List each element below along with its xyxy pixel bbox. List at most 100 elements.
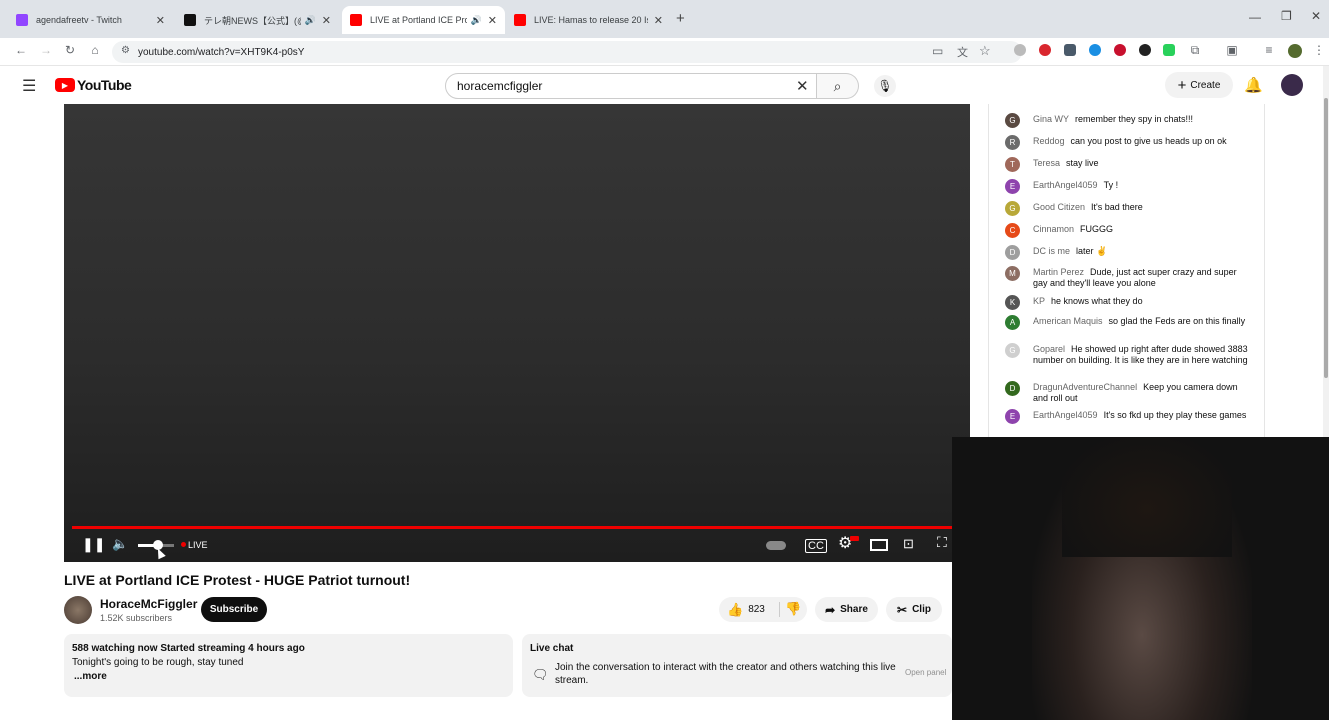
theater-mode-icon[interactable] bbox=[870, 539, 888, 551]
browser-tab-strip: agendafreetv - Twitch ✕ テレ朝NEWS【公式】(@tv_… bbox=[0, 0, 1329, 38]
site-info-icon[interactable]: ⚙ bbox=[121, 45, 130, 56]
home-icon[interactable]: ⌂ bbox=[86, 43, 104, 57]
shield-icon[interactable] bbox=[1139, 44, 1151, 56]
chat-author-avatar[interactable]: C bbox=[1005, 223, 1020, 238]
live-indicator[interactable]: LIVE bbox=[188, 540, 208, 550]
extension-icon[interactable] bbox=[1089, 44, 1101, 56]
clip-button[interactable]: ✂ Clip bbox=[886, 597, 942, 622]
youtube-logo[interactable]: ▶ YouTube bbox=[55, 77, 132, 93]
close-window-icon[interactable]: ✕ bbox=[1311, 9, 1321, 23]
chat-author-avatar[interactable]: E bbox=[1005, 179, 1020, 194]
hamburger-menu-icon[interactable]: ☰ bbox=[22, 76, 36, 96]
puzzle-extensions-icon[interactable]: ⧉ bbox=[1186, 43, 1204, 58]
like-count[interactable]: 823 bbox=[748, 604, 765, 615]
thumbs-down-icon[interactable]: 👎 bbox=[785, 601, 801, 617]
chat-author-avatar[interactable]: D bbox=[1005, 245, 1020, 260]
extension-icon[interactable] bbox=[1114, 44, 1126, 56]
chat-author-avatar[interactable]: G bbox=[1005, 113, 1020, 128]
chat-author-avatar[interactable]: M bbox=[1005, 266, 1020, 281]
media-control-icon[interactable]: ≡ bbox=[1260, 43, 1278, 57]
side-panel-icon[interactable]: ▣ bbox=[1223, 43, 1241, 57]
tab-hamas-live[interactable]: LIVE: Hamas to release 20 Israe ✕ bbox=[506, 6, 671, 34]
clear-search-icon[interactable]: ✕ bbox=[796, 77, 809, 95]
chat-author-name[interactable]: KP bbox=[1033, 296, 1045, 306]
tab-twitch[interactable]: agendafreetv - Twitch ✕ bbox=[8, 6, 173, 34]
open-panel-button[interactable]: Open panel bbox=[905, 668, 946, 677]
channel-name[interactable]: HoraceMcFiggler bbox=[100, 597, 197, 611]
volume-icon[interactable]: 🔈 bbox=[112, 536, 128, 552]
chat-author-name[interactable]: Good Citizen bbox=[1033, 202, 1085, 212]
restore-window-icon[interactable]: ❐ bbox=[1281, 9, 1292, 23]
extension-icon[interactable] bbox=[1014, 44, 1026, 56]
chat-author-avatar[interactable]: G bbox=[1005, 201, 1020, 216]
close-tab-icon[interactable]: ✕ bbox=[156, 14, 165, 27]
chat-author-avatar[interactable]: G bbox=[1005, 343, 1020, 358]
close-tab-icon[interactable]: ✕ bbox=[654, 14, 663, 27]
chat-author-avatar[interactable]: K bbox=[1005, 295, 1020, 310]
create-button[interactable]: + Create bbox=[1165, 72, 1233, 98]
captions-icon[interactable]: CC bbox=[805, 539, 827, 553]
page-scrollbar[interactable] bbox=[1323, 66, 1329, 437]
share-button[interactable]: ➦ Share bbox=[815, 597, 878, 622]
browser-menu-icon[interactable]: ⋮ bbox=[1310, 43, 1328, 57]
forward-icon[interactable]: → bbox=[37, 43, 55, 57]
chat-author-name[interactable]: Cinnamon bbox=[1033, 224, 1074, 234]
extension-icon[interactable] bbox=[1064, 44, 1076, 56]
progress-bar[interactable] bbox=[72, 526, 962, 529]
install-app-icon[interactable]: ▭ bbox=[932, 44, 943, 58]
chat-author-name[interactable]: Goparel bbox=[1033, 344, 1065, 354]
account-avatar[interactable] bbox=[1281, 74, 1303, 96]
chat-author-avatar[interactable]: A bbox=[1005, 315, 1020, 330]
search-input[interactable]: horacemcfiggler ✕ bbox=[445, 73, 817, 99]
cast-icon[interactable]: ⊡ bbox=[903, 536, 914, 552]
chat-author-name[interactable]: American Maquis bbox=[1033, 316, 1103, 326]
adblock-icon[interactable] bbox=[1039, 44, 1051, 56]
description-box[interactable]: 588 watching now Started streaming 4 hou… bbox=[64, 634, 513, 697]
chat-author-name[interactable]: Reddog bbox=[1033, 136, 1065, 146]
notifications-bell-icon[interactable]: 🔔 bbox=[1244, 76, 1263, 94]
url-text[interactable]: youtube.com/watch?v=XHT9K4-p0sY bbox=[138, 47, 304, 58]
tab-tvasahi[interactable]: テレ朝NEWS【公式】(@tv_asahi 🔊 ✕ bbox=[176, 6, 339, 34]
chat-author-name[interactable]: Martin Perez bbox=[1033, 267, 1084, 277]
reload-icon[interactable]: ↻ bbox=[61, 43, 79, 57]
chat-author-name[interactable]: DragunAdventureChannel bbox=[1033, 382, 1137, 392]
back-icon[interactable]: ← bbox=[12, 43, 30, 57]
speaker-icon[interactable]: 🔊 bbox=[305, 15, 316, 26]
subscribe-button[interactable]: Subscribe bbox=[201, 597, 267, 622]
address-bar[interactable]: ⚙ youtube.com/watch?v=XHT9K4-p0sY ▭ 文 ☆ bbox=[112, 41, 1022, 63]
pause-button[interactable]: ❚❚ bbox=[82, 536, 105, 553]
chat-author-avatar[interactable]: E bbox=[1005, 409, 1020, 424]
show-more-link[interactable]: ...more bbox=[74, 671, 107, 682]
extension-icon[interactable] bbox=[1163, 44, 1175, 56]
webcam-hair bbox=[1062, 437, 1232, 557]
search-value[interactable]: horacemcfiggler bbox=[457, 79, 542, 93]
video-player[interactable]: ❚❚ 🔈 LIVE CC ⚙ ⊡ ⛶ bbox=[64, 104, 970, 562]
new-tab-button[interactable]: + bbox=[676, 10, 685, 27]
chat-author-avatar[interactable]: D bbox=[1005, 381, 1020, 396]
channel-avatar[interactable] bbox=[64, 596, 92, 624]
chat-author-name[interactable]: DC is me bbox=[1033, 246, 1070, 256]
chat-author-avatar[interactable]: R bbox=[1005, 135, 1020, 150]
fullscreen-icon[interactable]: ⛶ bbox=[937, 534, 947, 551]
close-tab-icon[interactable]: ✕ bbox=[322, 14, 331, 27]
speaker-icon[interactable]: 🔊 bbox=[471, 15, 482, 26]
video-title: LIVE at Portland ICE Protest - HUGE Patr… bbox=[64, 572, 411, 588]
search-button[interactable]: ⌕ bbox=[817, 73, 859, 99]
bookmark-star-icon[interactable]: ☆ bbox=[979, 43, 991, 59]
chat-author-name[interactable]: EarthAngel4059 bbox=[1033, 180, 1098, 190]
minimize-window-icon[interactable]: — bbox=[1249, 10, 1261, 24]
chat-message-text: remember they spy in chats!!! bbox=[1075, 114, 1194, 124]
thumbs-up-icon[interactable]: 👍 bbox=[727, 602, 743, 618]
chat-author-name[interactable]: Gina WY bbox=[1033, 114, 1069, 124]
chat-author-avatar[interactable]: T bbox=[1005, 157, 1020, 172]
tab-portland-live[interactable]: LIVE at Portland ICE Protest 🔊 ✕ bbox=[342, 6, 505, 34]
scrollbar-thumb[interactable] bbox=[1324, 98, 1328, 378]
close-tab-icon[interactable]: ✕ bbox=[488, 14, 497, 27]
autoplay-toggle[interactable] bbox=[766, 541, 786, 550]
chat-author-name[interactable]: Teresa bbox=[1033, 158, 1060, 168]
voice-search-button[interactable]: 🎙 bbox=[874, 75, 896, 97]
profile-avatar[interactable] bbox=[1288, 44, 1302, 58]
translate-icon[interactable]: 文 bbox=[957, 44, 968, 60]
chat-author-name[interactable]: EarthAngel4059 bbox=[1033, 410, 1098, 420]
volume-slider[interactable] bbox=[138, 540, 174, 550]
